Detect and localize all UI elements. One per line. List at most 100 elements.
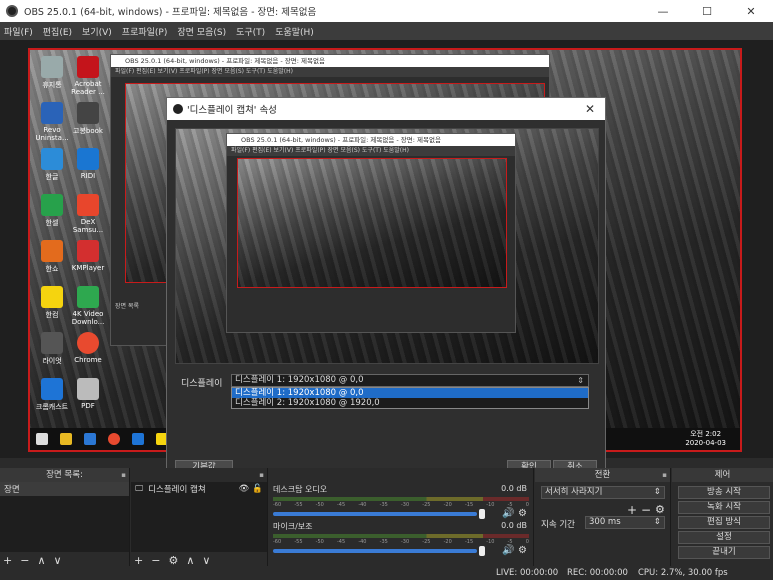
dock-float-icon[interactable]: ▪ bbox=[259, 468, 264, 482]
transitions-dock-header: 전환 ▪ bbox=[535, 468, 670, 482]
desktop-icon: 휴지통 bbox=[32, 56, 72, 90]
controls-dock-title: 제어 bbox=[714, 470, 731, 480]
display-option[interactable]: 디스플레이 2: 1920x1080 @ 1920,0 bbox=[232, 398, 588, 408]
desktop-icon-label: 4K Video Downlo... bbox=[71, 310, 105, 326]
volume-slider[interactable] bbox=[273, 549, 477, 553]
meter-tick: -45 bbox=[336, 502, 346, 508]
dialog-title: '디스플레이 캡쳐' 속성 bbox=[187, 105, 277, 116]
nested-preview bbox=[237, 158, 507, 288]
gear-icon[interactable]: ⚙ bbox=[518, 508, 527, 519]
volume-slider-handle[interactable] bbox=[479, 546, 485, 556]
sources-dock-header: ▪ bbox=[131, 468, 267, 482]
transitions-dock-title: 전환 bbox=[594, 470, 611, 480]
ridi-icon bbox=[77, 148, 99, 170]
book-icon bbox=[77, 102, 99, 124]
dialog-close-button[interactable]: ✕ bbox=[575, 102, 605, 116]
desktop-icon: 한쇼 bbox=[32, 240, 72, 274]
mixer-channel-controls: 🔊 ⚙ bbox=[502, 508, 527, 519]
desktop-icon-label: Chrome bbox=[74, 356, 102, 364]
desktop-icon-label: 크롬캐스트 bbox=[35, 403, 69, 411]
desktop-icon-label: RIDI bbox=[80, 172, 96, 180]
settings-button[interactable]: 설정 bbox=[678, 531, 770, 544]
taskbar-clock: 오전 2:02 2020-04-03 bbox=[685, 430, 726, 448]
acrobat-icon bbox=[77, 56, 99, 78]
meter-tick: -35 bbox=[379, 502, 388, 508]
menu-edit[interactable]: 편집(E) bbox=[43, 25, 72, 38]
desktop-icon: 한셀 bbox=[32, 194, 72, 228]
menu-profile[interactable]: 프로파일(P) bbox=[122, 25, 168, 38]
chrome-icon bbox=[77, 332, 99, 354]
dock-float-icon[interactable]: ▪ bbox=[662, 468, 667, 482]
studio-mode-button[interactable]: 편집 방식 bbox=[678, 516, 770, 529]
explorer-icon bbox=[60, 433, 72, 445]
desktop-icon: 한컴 bbox=[32, 286, 72, 320]
desktop-icon-label: 고봉book bbox=[73, 127, 103, 135]
move-source-up-button[interactable]: ∧ bbox=[186, 554, 194, 567]
exit-button[interactable]: 끝내기 bbox=[678, 546, 770, 559]
menu-tools[interactable]: 도구(T) bbox=[236, 25, 265, 38]
mixer-channel: 마이크/보조 0.0 dB -60 -55 -50 -45 -40 -35 -30 -25 -2… bbox=[273, 521, 529, 563]
start-icon bbox=[36, 433, 48, 445]
nested-obs-window: OBS 25.0.1 (64-bit, windows) - 프로파일: 제목없… bbox=[226, 133, 516, 333]
move-scene-up-button[interactable]: ∧ bbox=[37, 554, 45, 567]
menu-help[interactable]: 도움말(H) bbox=[275, 25, 314, 38]
display-option[interactable]: 디스플레이 1: 1920x1080 @ 0,0 bbox=[232, 388, 588, 398]
speaker-icon[interactable]: 🔊 bbox=[502, 508, 514, 519]
move-scene-down-button[interactable]: ∨ bbox=[54, 554, 62, 567]
minimize-button[interactable]: — bbox=[641, 0, 685, 22]
desktop-icon: Acrobat Reader ... bbox=[68, 56, 108, 96]
duration-spinbox[interactable]: 300 ms ⇕ bbox=[585, 516, 665, 529]
nested-wallpaper bbox=[238, 159, 506, 287]
clock-time: 오전 2:02 bbox=[690, 430, 722, 438]
controls-dock: 제어 방송 시작 녹화 시작 편집 방식 설정 끝내기 bbox=[672, 468, 773, 568]
source-item[interactable]: 🖵 디스플레이 캡쳐 👁 🔓 bbox=[131, 482, 267, 496]
start-recording-button[interactable]: 녹화 시작 bbox=[678, 501, 770, 514]
speaker-icon[interactable]: 🔊 bbox=[502, 545, 514, 556]
add-scene-button[interactable]: + bbox=[3, 554, 12, 567]
desktop-icon-label: 휴지통 bbox=[42, 81, 62, 89]
meter-tick: -50 bbox=[315, 502, 324, 508]
source-properties-button[interactable]: ⚙ bbox=[168, 554, 178, 567]
volume-slider-handle[interactable] bbox=[479, 509, 485, 519]
menu-view[interactable]: 보기(V) bbox=[82, 25, 112, 38]
menu-scene-collection[interactable]: 장면 모음(S) bbox=[177, 25, 226, 38]
volume-slider[interactable] bbox=[273, 512, 477, 516]
video-icon bbox=[77, 240, 99, 262]
move-source-down-button[interactable]: ∨ bbox=[202, 554, 210, 567]
desktop-icon-label: 한글 bbox=[45, 173, 59, 181]
transition-select[interactable]: 서서히 사라지기 ⇕ bbox=[541, 486, 665, 499]
remove-source-button[interactable]: − bbox=[151, 554, 160, 567]
desktop-icon: Chrome bbox=[68, 332, 108, 364]
eye-icon[interactable]: 👁 bbox=[239, 484, 250, 494]
remove-scene-button[interactable]: − bbox=[20, 554, 29, 567]
window-title: OBS 25.0.1 (64-bit, windows) - 프로파일: 제목없… bbox=[24, 7, 317, 18]
desktop-icon: 한글 bbox=[32, 148, 72, 182]
live-status: LIVE: 00:00:00 bbox=[496, 568, 559, 578]
kakaotalk-icon bbox=[41, 286, 63, 308]
mixer-channel-name: 데스크탑 오디오 bbox=[273, 485, 328, 494]
properties-dialog: '디스플레이 캡쳐' 속성 ✕ OBS 25.0.1 (64-bit, wind… bbox=[166, 97, 606, 482]
gear-icon[interactable]: ⚙ bbox=[518, 545, 527, 556]
remove-transition-button[interactable]: − bbox=[641, 503, 651, 517]
scene-item[interactable]: 장면 bbox=[0, 482, 129, 496]
close-button[interactable]: ✕ bbox=[729, 0, 773, 22]
menu-file[interactable]: 파일(F) bbox=[4, 25, 33, 38]
meter-tick: -20 bbox=[443, 502, 452, 508]
meter-tick: -60 bbox=[273, 539, 282, 545]
dex-icon bbox=[77, 194, 99, 216]
maximize-button[interactable]: ☐ bbox=[685, 0, 729, 22]
desktop-icon: 고봉book bbox=[68, 102, 108, 136]
meter-scale: -60 -55 -50 -45 -40 -35 -30 -25 -20 -15 -10 -5 0 bbox=[273, 502, 529, 508]
meter-tick: -30 bbox=[400, 539, 410, 545]
meter-tick: -55 bbox=[294, 539, 303, 545]
add-source-button[interactable]: + bbox=[134, 554, 143, 567]
source-name: 디스플레이 캡쳐 bbox=[148, 485, 206, 495]
mixer-channel-db: 0.0 dB bbox=[501, 484, 527, 493]
desktop-icon-label: PDF bbox=[81, 402, 95, 410]
dock-float-icon[interactable]: ▪ bbox=[121, 468, 126, 482]
transition-properties-button[interactable]: ⚙ bbox=[655, 503, 665, 516]
start-streaming-button[interactable]: 방송 시작 bbox=[678, 486, 770, 499]
add-transition-button[interactable]: + bbox=[627, 503, 637, 517]
lock-icon[interactable]: 🔓 bbox=[252, 484, 263, 494]
display-select[interactable]: 디스플레이 1: 1920x1080 @ 0,0 ⇕ bbox=[231, 374, 589, 387]
